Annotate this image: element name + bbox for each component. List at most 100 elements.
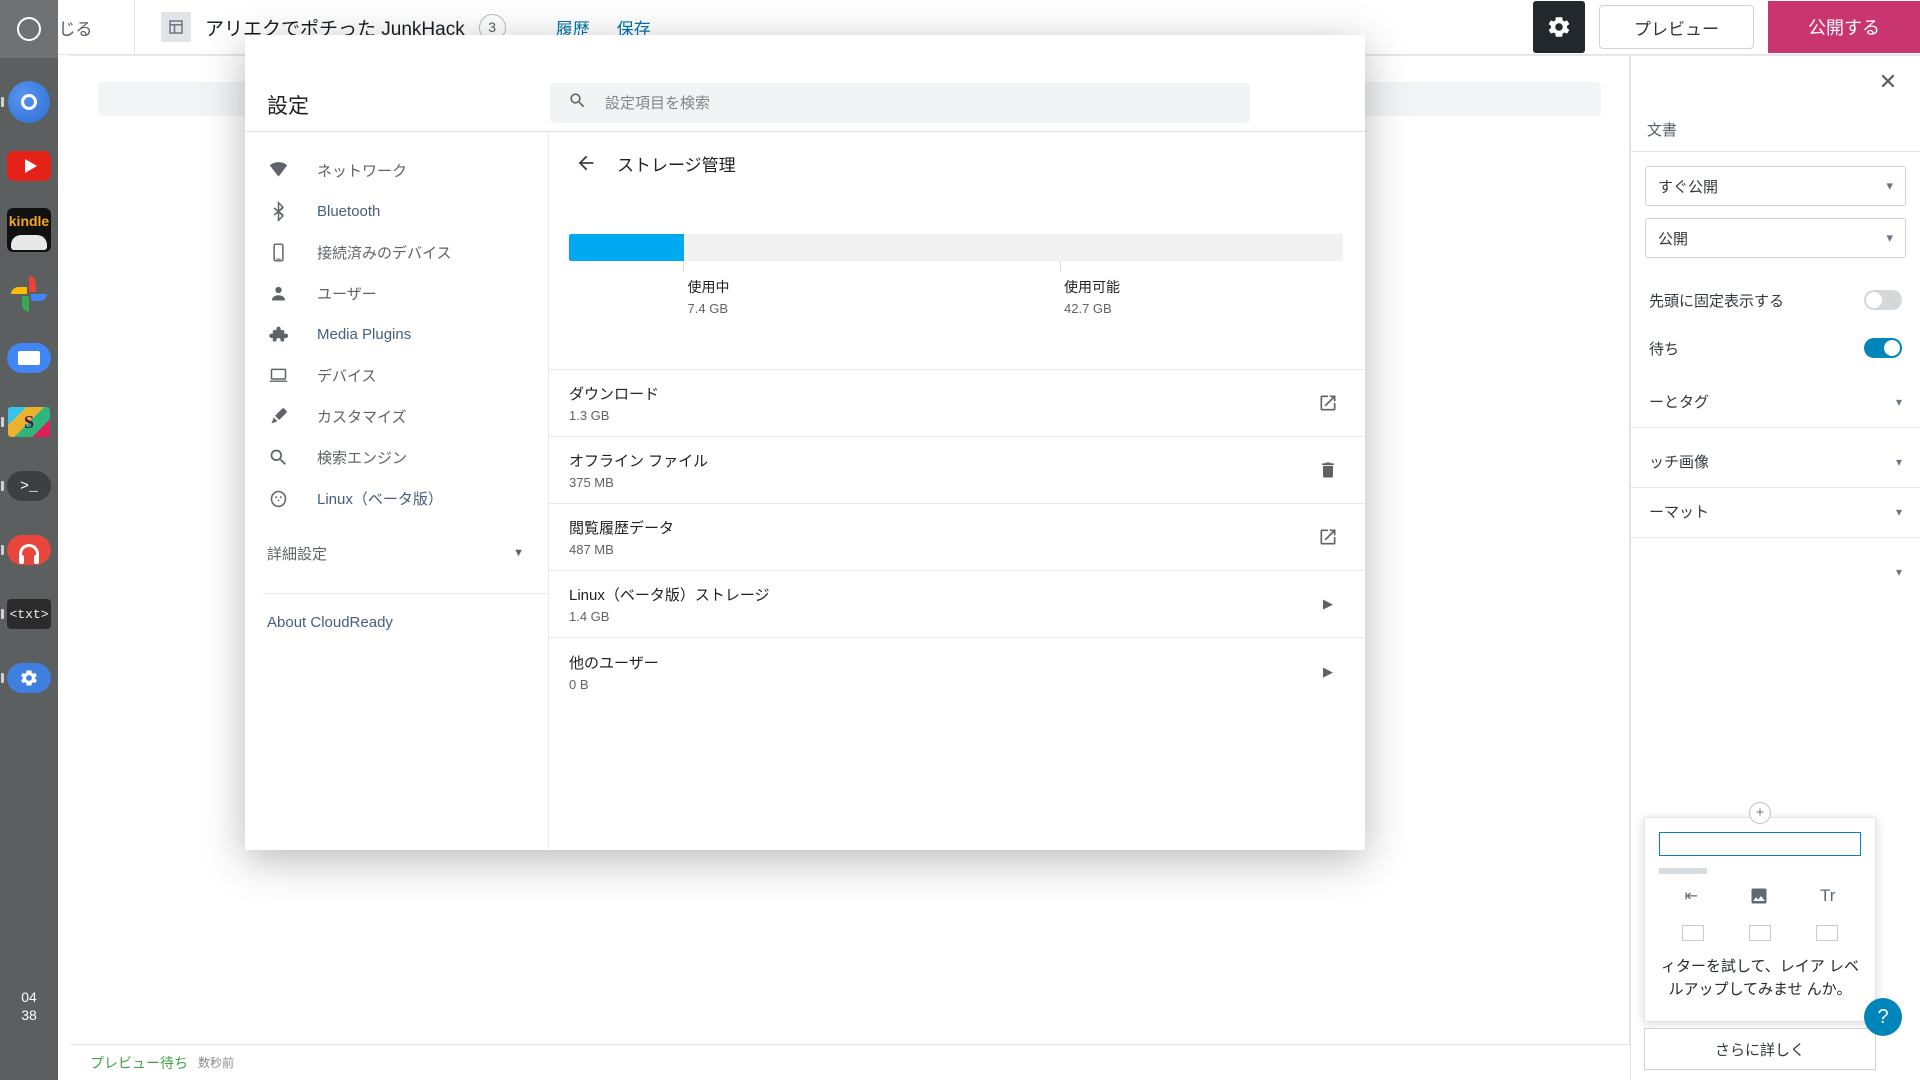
chevron-right-icon[interactable]: ▶ [1313, 657, 1343, 687]
table-row[interactable]: ダウンロード 1.3 GB [549, 370, 1365, 437]
publish-when-select[interactable]: すぐ公開 ▾ [1645, 166, 1906, 206]
format-label: ーマット [1649, 501, 1709, 522]
featured-image-row[interactable]: ッチ画像 ▾ [1631, 436, 1920, 488]
text-format-icon: ⇤ [1685, 886, 1698, 911]
sidebar-item-label: 接続済みのデバイス [317, 242, 452, 263]
help-icon[interactable]: ? [1864, 998, 1902, 1036]
promo-learn-more-button[interactable]: さらに詳しく [1644, 1028, 1876, 1070]
inspector-tabs[interactable]: 文書 [1631, 108, 1920, 152]
pin-to-top-toggle[interactable] [1864, 290, 1902, 310]
pending-review-label: 待ち [1649, 338, 1679, 359]
visibility-select[interactable]: 公開 ▾ [1645, 218, 1906, 258]
kindle-cloud-reader-icon: kindle [7, 208, 51, 252]
slack-label: S [24, 412, 34, 433]
shelf-item-terminal[interactable]: >_ [0, 454, 58, 518]
sidebar-item-media-plugins[interactable]: Media Plugins [245, 314, 548, 355]
settings-search-input[interactable] [605, 95, 1250, 112]
format-row[interactable]: ーマット ▾ [1631, 486, 1920, 538]
legend-used: 使用中 7.4 GB [688, 277, 730, 316]
storage-usage-legend: 使用中 7.4 GB 使用可能 42.7 GB [569, 277, 1343, 327]
sidebar-item-devices[interactable]: デバイス [245, 355, 548, 396]
sidebar-item-users[interactable]: ユーザー [245, 273, 548, 314]
featured-image-label: ッチ画像 [1649, 451, 1709, 472]
running-indicator [1, 481, 4, 491]
editor-status-bar: プレビュー待ち 数秒前 [70, 1044, 1630, 1080]
shelf-item-google-photos[interactable] [0, 262, 58, 326]
search-icon [267, 447, 289, 469]
status-text: プレビュー待ち [90, 1053, 188, 1073]
gear-icon[interactable] [1533, 1, 1585, 53]
table-row[interactable]: 他のユーザー 0 B ▶ [549, 638, 1365, 705]
back-arrow-icon[interactable] [569, 146, 603, 180]
promo-layout-grid [1659, 925, 1861, 941]
chevron-down-icon: ▾ [1886, 230, 1893, 246]
chevron-down-icon: ▾ [1886, 178, 1893, 194]
plus-icon[interactable]: + [1749, 802, 1771, 824]
categories-tags-row[interactable]: ーとタグ ▾ [1631, 376, 1920, 428]
close-icon[interactable]: ✕ [1872, 66, 1904, 98]
settings-search-box[interactable] [550, 83, 1250, 123]
puzzle-icon [267, 324, 289, 346]
storage-item-size: 1.3 GB [569, 408, 659, 423]
extra-row[interactable]: ▾ [1631, 546, 1920, 598]
publish-when-value: すぐ公開 [1658, 176, 1718, 197]
person-icon [267, 283, 289, 305]
page-title: ストレージ管理 [617, 151, 736, 176]
shelf-item-slack[interactable]: S [0, 390, 58, 454]
promo-learn-more-label: さらに詳しく [1715, 1039, 1805, 1060]
launcher-circle-icon [17, 17, 41, 41]
legend-available: 使用可能 42.7 GB [1064, 277, 1120, 316]
chevron-down-icon: ▾ [1896, 455, 1902, 469]
launcher-button[interactable] [0, 0, 58, 58]
table-row[interactable]: Linux（ベータ版）ストレージ 1.4 GB ▶ [549, 571, 1365, 638]
shelf-item-text-editor[interactable]: <txt> [0, 582, 58, 646]
table-row[interactable]: 閲覧履歴データ 487 MB [549, 504, 1365, 571]
table-row[interactable]: オフライン ファイル 375 MB [549, 437, 1365, 504]
settings-gear-icon [7, 663, 51, 693]
sidebar-advanced-settings[interactable]: 詳細設定 ▼ [245, 527, 548, 579]
sidebar-item-label: デバイス [317, 365, 377, 386]
shelf-item-youtube[interactable] [0, 134, 58, 198]
sidebar-item-network[interactable]: ネットワーク [245, 150, 548, 191]
sidebar-item-connected-devices[interactable]: 接続済みのデバイス [245, 232, 548, 273]
external-link-icon[interactable] [1313, 388, 1343, 418]
promo-bar-preview [1659, 868, 1707, 874]
shelf-item-music[interactable] [0, 518, 58, 582]
sidebar-item-search-engine[interactable]: 検索エンジン [245, 437, 548, 478]
tab-document[interactable]: 文書 [1647, 119, 1677, 140]
sidebar-item-bluetooth[interactable]: Bluetooth [245, 191, 548, 232]
external-link-icon[interactable] [1313, 522, 1343, 552]
running-indicator [1, 97, 4, 107]
typography-icon: Tr [1820, 886, 1835, 911]
phone-icon [267, 242, 289, 264]
sidebar-item-label: ネットワーク [317, 160, 407, 181]
publish-button[interactable]: 公開する [1768, 1, 1920, 53]
sidebar-item-about[interactable]: About CloudReady [245, 594, 548, 650]
pin-to-top-row[interactable]: 先頭に固定表示する [1631, 274, 1920, 326]
shelf-clock[interactable]: 04 38 [0, 989, 58, 1024]
shelf-item-chromium[interactable] [0, 70, 58, 134]
trash-icon[interactable] [1313, 455, 1343, 485]
shelf-item-google-drive[interactable] [0, 326, 58, 390]
available-value: 42.7 GB [1064, 301, 1120, 316]
pending-review-row[interactable]: 待ち [1631, 322, 1920, 374]
bluetooth-icon [267, 201, 289, 223]
shelf-item-kindle[interactable]: kindle [0, 198, 58, 262]
storage-item-name: 他のユーザー [569, 652, 659, 673]
layout-cell [1749, 925, 1771, 941]
sidebar-item-customize[interactable]: カスタマイズ [245, 396, 548, 437]
preview-button[interactable]: プレビュー [1599, 5, 1754, 49]
sidebar-about-label: About CloudReady [267, 614, 393, 631]
sidebar-advanced-label: 詳細設定 [267, 543, 327, 564]
pending-review-toggle[interactable] [1864, 338, 1902, 358]
chevron-right-icon[interactable]: ▶ [1313, 589, 1343, 619]
running-indicator [1, 417, 4, 427]
sidebar-item-linux[interactable]: Linux（ベータ版） [245, 478, 548, 519]
layout-cell [1816, 925, 1838, 941]
storage-item-list: ダウンロード 1.3 GB オフライン ファイル 375 MB [549, 369, 1365, 705]
chevron-down-icon: ▼ [513, 547, 524, 559]
document-block-icon [161, 12, 191, 42]
settings-app-title: 設定 [267, 90, 309, 120]
image-icon [1749, 886, 1769, 911]
shelf-item-settings[interactable] [0, 646, 58, 710]
